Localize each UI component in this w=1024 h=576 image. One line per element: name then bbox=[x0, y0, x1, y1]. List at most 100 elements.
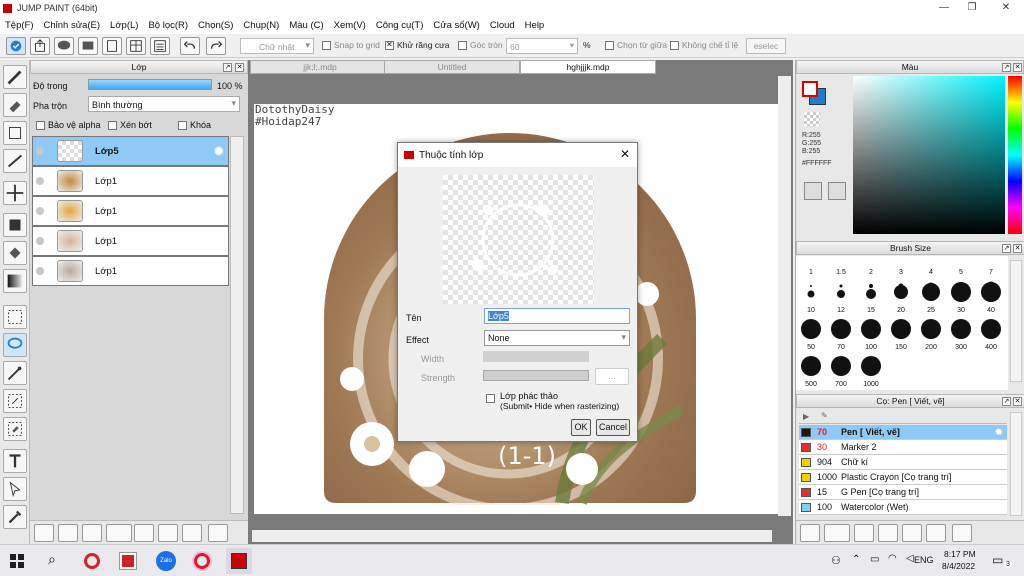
folder-icon[interactable] bbox=[134, 524, 154, 542]
menu-filter[interactable]: Bộ lọc(R) bbox=[143, 20, 193, 31]
pen-item[interactable]: 904 Chữ kí bbox=[799, 455, 1007, 470]
brush-dot[interactable] bbox=[866, 289, 876, 299]
brush-dot[interactable] bbox=[921, 319, 941, 339]
opera-gx-icon[interactable] bbox=[194, 553, 210, 569]
lock-checkbox[interactable]: Khóa bbox=[178, 120, 211, 131]
eyedropper-icon[interactable] bbox=[3, 505, 27, 529]
blend-select[interactable]: Bình thường ▾ bbox=[88, 96, 240, 112]
panel-popout-icon[interactable]: ↗ bbox=[223, 63, 232, 72]
brush-dot[interactable] bbox=[837, 290, 845, 298]
add-brush-icon[interactable] bbox=[800, 524, 820, 542]
palette-picker-icon[interactable] bbox=[828, 182, 846, 200]
center-select-checkbox[interactable]: Chọn từ giữa bbox=[605, 40, 667, 51]
visibility-icon[interactable] bbox=[36, 267, 44, 275]
layer-row[interactable]: Lớp1 bbox=[32, 196, 229, 226]
name-field[interactable]: Lớp5 bbox=[484, 308, 630, 324]
foreground-color-swatch[interactable] bbox=[802, 81, 818, 97]
brush-dot[interactable] bbox=[951, 282, 971, 302]
text-tool-icon[interactable] bbox=[3, 449, 27, 473]
gear-icon[interactable]: ✹ bbox=[213, 143, 225, 160]
app-icon-red[interactable] bbox=[119, 552, 137, 570]
rect-select-icon[interactable] bbox=[3, 305, 27, 329]
trash-icon[interactable] bbox=[952, 524, 972, 542]
panel-popout-icon[interactable]: ↗ bbox=[1002, 63, 1011, 72]
menu-capture[interactable]: Chụp(N) bbox=[238, 20, 284, 31]
menu-color[interactable]: Màu (C) bbox=[284, 20, 328, 31]
brush-dot[interactable] bbox=[801, 356, 821, 376]
tab-document-1[interactable]: jjk;l;.mdp bbox=[250, 60, 390, 74]
layer-row[interactable]: Lớp1 bbox=[32, 256, 229, 286]
brush-scrollbar[interactable] bbox=[1010, 260, 1022, 382]
pen-tool-icon[interactable] bbox=[3, 65, 27, 89]
visibility-icon[interactable] bbox=[36, 237, 44, 245]
search-icon[interactable]: ⌕ bbox=[48, 551, 56, 568]
menu-cloud[interactable]: Cloud bbox=[485, 20, 520, 31]
round-value-input[interactable]: 60 ▾ bbox=[506, 38, 578, 54]
pen-item[interactable]: 15 G Pen [Cọ trang trí] bbox=[799, 485, 1007, 500]
gear-icon[interactable]: ✹ bbox=[995, 425, 1003, 440]
pen-scrollbar[interactable] bbox=[1010, 412, 1022, 516]
page-icon[interactable] bbox=[102, 37, 122, 55]
panel-popout-icon[interactable]: ↗ bbox=[1002, 397, 1011, 406]
transparent-swatch[interactable] bbox=[804, 112, 820, 126]
hue-slider[interactable] bbox=[1008, 76, 1022, 234]
move-icon[interactable] bbox=[3, 181, 27, 205]
bucket-icon[interactable] bbox=[3, 241, 27, 265]
operation-tool-icon[interactable] bbox=[3, 477, 27, 501]
speech-bubble-icon[interactable] bbox=[54, 37, 74, 55]
close-icon[interactable]: ✕ bbox=[990, 0, 1022, 16]
brush-dot[interactable] bbox=[831, 319, 851, 339]
clipping-checkbox[interactable]: Xén bớt bbox=[108, 120, 152, 131]
brush-dot[interactable] bbox=[861, 319, 881, 339]
duplicate-icon[interactable] bbox=[926, 524, 946, 542]
layer-scrollbar[interactable] bbox=[230, 136, 244, 514]
menu-file[interactable]: Tệp(F) bbox=[0, 20, 39, 31]
add-layer-menu-icon[interactable] bbox=[106, 524, 132, 542]
pen-item[interactable]: 1000 Plastic Crayon [Cọ trang trí] bbox=[799, 470, 1007, 485]
volume-icon[interactable]: ◁ bbox=[906, 553, 914, 564]
panel-close-icon[interactable]: ✕ bbox=[1013, 397, 1022, 406]
effect-select[interactable]: None ▾ bbox=[484, 330, 630, 346]
redo-icon[interactable] bbox=[206, 37, 226, 55]
people-icon[interactable]: ⚇ bbox=[831, 554, 841, 567]
check-tool-icon[interactable] bbox=[6, 37, 26, 55]
brush-dot[interactable] bbox=[922, 283, 940, 301]
brush-dot[interactable] bbox=[894, 285, 908, 299]
visibility-icon[interactable] bbox=[36, 147, 44, 155]
menu-window[interactable]: Cửa sổ(W) bbox=[428, 20, 484, 31]
color-picker-square[interactable] bbox=[853, 76, 1005, 234]
brush-dot[interactable] bbox=[810, 285, 812, 287]
new-layer-icon[interactable] bbox=[34, 524, 54, 542]
shape-select[interactable]: Chữ nhật ▾ bbox=[240, 38, 314, 54]
text-box-icon[interactable] bbox=[78, 37, 98, 55]
panel-layout-icon[interactable] bbox=[126, 37, 146, 55]
checklist-icon[interactable] bbox=[150, 37, 170, 55]
panel-popout-icon[interactable]: ↗ bbox=[1002, 244, 1011, 253]
merge-icon[interactable] bbox=[182, 524, 202, 542]
pen-item[interactable]: 70 Pen [ Viết, vẽ] ✹ bbox=[799, 425, 1007, 440]
brush-dot[interactable] bbox=[807, 290, 815, 298]
visibility-icon[interactable] bbox=[36, 177, 44, 185]
protect-alpha-checkbox[interactable]: Bảo vệ alpha bbox=[36, 120, 101, 131]
menu-layer[interactable]: Lớp(L) bbox=[105, 20, 143, 31]
opacity-slider[interactable] bbox=[88, 79, 212, 90]
jump-paint-icon[interactable] bbox=[226, 548, 252, 574]
lasso-icon[interactable] bbox=[3, 333, 27, 357]
brush-dot[interactable] bbox=[831, 356, 851, 376]
export-icon[interactable] bbox=[30, 37, 50, 55]
rectangle-icon[interactable] bbox=[3, 121, 27, 145]
brush-menu-icon[interactable] bbox=[824, 524, 850, 542]
language-indicator[interactable]: ENG bbox=[914, 555, 934, 565]
zalo-icon[interactable]: Zalo bbox=[156, 551, 176, 571]
select-eraser-icon[interactable] bbox=[3, 417, 27, 441]
menu-select[interactable]: Chọn(S) bbox=[193, 20, 238, 31]
snap-to-grid-checkbox[interactable]: Snap to grid bbox=[322, 40, 380, 51]
duplicate-icon[interactable] bbox=[158, 524, 178, 542]
brush-page-icon[interactable] bbox=[854, 524, 874, 542]
aspect-lock-checkbox[interactable]: Không chế tỉ lệ bbox=[670, 40, 738, 51]
opera-icon[interactable] bbox=[84, 553, 100, 569]
menu-tools[interactable]: Công cụ(T) bbox=[371, 20, 429, 31]
panel-close-icon[interactable]: ✕ bbox=[1013, 244, 1022, 253]
wifi-icon[interactable]: ◠ bbox=[888, 553, 897, 564]
chevron-up-icon[interactable]: ⌃ bbox=[852, 554, 860, 565]
